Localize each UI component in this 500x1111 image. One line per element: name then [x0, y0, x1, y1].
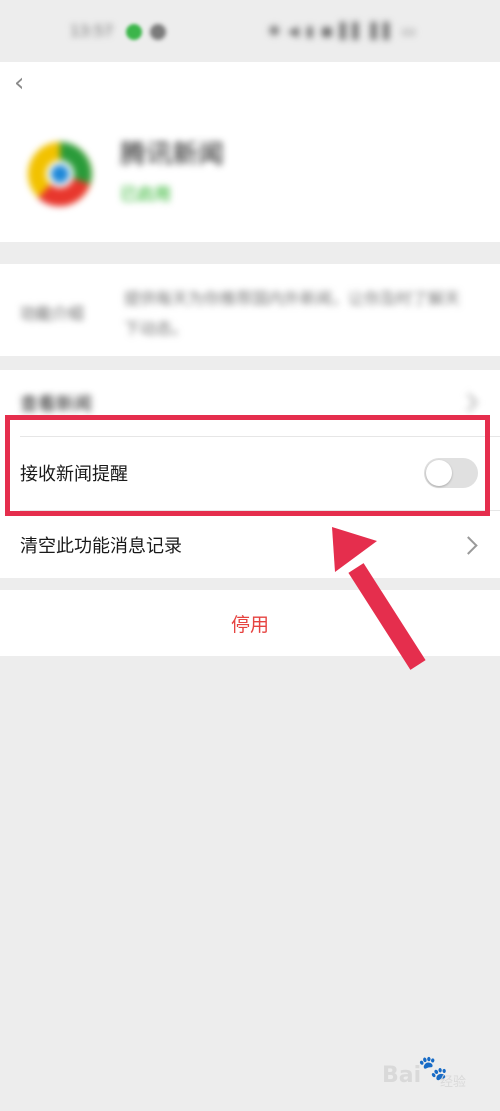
- status-dot-gray: [150, 24, 166, 40]
- app-logo-icon: [26, 140, 94, 208]
- status-bar: 13:57 ✱ ◀ ▮ ◼ ▌▌ ▌▌ ▭: [0, 0, 500, 62]
- chevron-right-icon[interactable]: [459, 536, 478, 555]
- chevron-right-icon: [459, 393, 478, 412]
- highlight-box: [5, 415, 490, 516]
- disable-button[interactable]: 停用: [0, 590, 500, 656]
- status-time: 13:57: [70, 22, 114, 40]
- intro-label: 功能介绍: [20, 304, 85, 323]
- plugin-header: ‹ 腾讯新闻 已启用: [0, 62, 500, 242]
- status-icons: ✱ ◀ ▮ ◼ ▌▌ ▌▌ ▭: [268, 22, 417, 40]
- watermark-suffix: 经验: [440, 1075, 467, 1090]
- app-name: 腾讯新闻: [120, 140, 225, 170]
- clear-history-label[interactable]: 清空此功能消息记录: [20, 532, 182, 558]
- view-news-label[interactable]: 查看新闻: [20, 390, 92, 416]
- back-icon[interactable]: ‹: [14, 68, 24, 98]
- status-dot-green: [126, 24, 142, 40]
- app-status-badge: 已启用: [120, 185, 171, 205]
- intro-text: 提供每天为你推荐国内外新闻，让你及时了解天下动态。: [124, 289, 461, 338]
- watermark-text: Bai: [382, 1063, 422, 1088]
- intro-card: 功能介绍 提供每天为你推荐国内外新闻，让你及时了解天下动态。: [0, 264, 500, 356]
- disable-label: 停用: [230, 614, 269, 636]
